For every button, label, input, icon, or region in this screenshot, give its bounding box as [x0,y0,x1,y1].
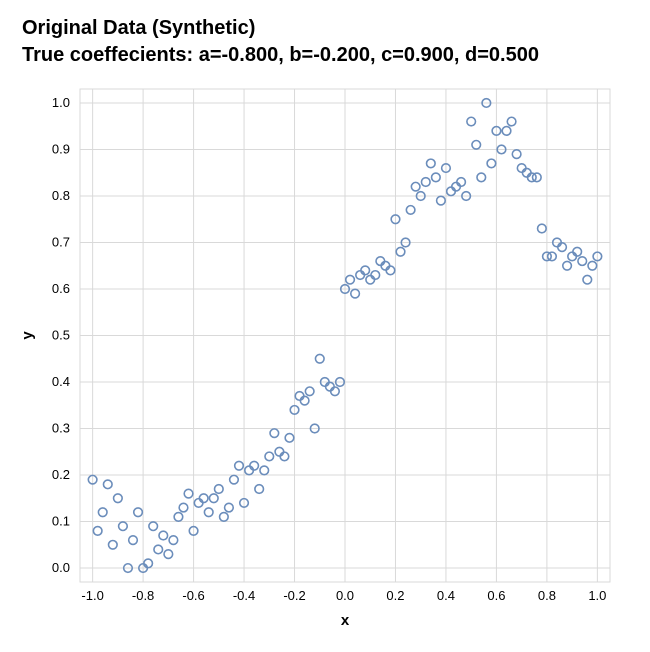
svg-text:0.4: 0.4 [437,588,455,603]
svg-text:x: x [341,612,350,629]
svg-text:0.0: 0.0 [336,588,354,603]
chart-subtitle: True coeffecients: a=-0.800, b=-0.200, c… [22,42,640,69]
svg-text:0.8: 0.8 [538,588,556,603]
chart-title-block: Original Data (Synthetic) True coeffecie… [22,15,640,69]
chart-svg: -1.0 -0.8 -0.6 -0.4 -0.2 0.0 0.2 0.4 0.6 0.8 1.0 0.… [10,77,630,637]
svg-text:0.7: 0.7 [52,234,70,249]
svg-text:0.6: 0.6 [52,281,70,296]
coeff-values: a=-0.800, b=-0.200, c=0.900, d=0.500 [199,44,539,66]
coeff-prefix: True coeffecients: [22,44,199,66]
svg-text:0.5: 0.5 [52,328,70,343]
svg-text:y: y [19,331,36,340]
svg-text:1.0: 1.0 [52,95,70,110]
svg-text:1.0: 1.0 [588,588,606,603]
svg-text:-0.8: -0.8 [132,588,154,603]
svg-text:0.6: 0.6 [487,588,505,603]
svg-text:0.3: 0.3 [52,421,70,436]
svg-text:-1.0: -1.0 [81,588,103,603]
svg-text:0.8: 0.8 [52,188,70,203]
svg-text:0.0: 0.0 [52,560,70,575]
svg-text:0.4: 0.4 [52,374,70,389]
chart-title: Original Data (Synthetic) [22,15,640,42]
svg-text:-0.4: -0.4 [233,588,255,603]
svg-text:0.9: 0.9 [52,141,70,156]
svg-text:-0.2: -0.2 [283,588,305,603]
svg-text:-0.6: -0.6 [182,588,204,603]
scatter-chart: -1.0 -0.8 -0.6 -0.4 -0.2 0.0 0.2 0.4 0.6 0.8 1.0 0.… [10,77,630,637]
svg-text:0.2: 0.2 [52,467,70,482]
svg-text:0.1: 0.1 [52,514,70,529]
svg-text:0.2: 0.2 [386,588,404,603]
